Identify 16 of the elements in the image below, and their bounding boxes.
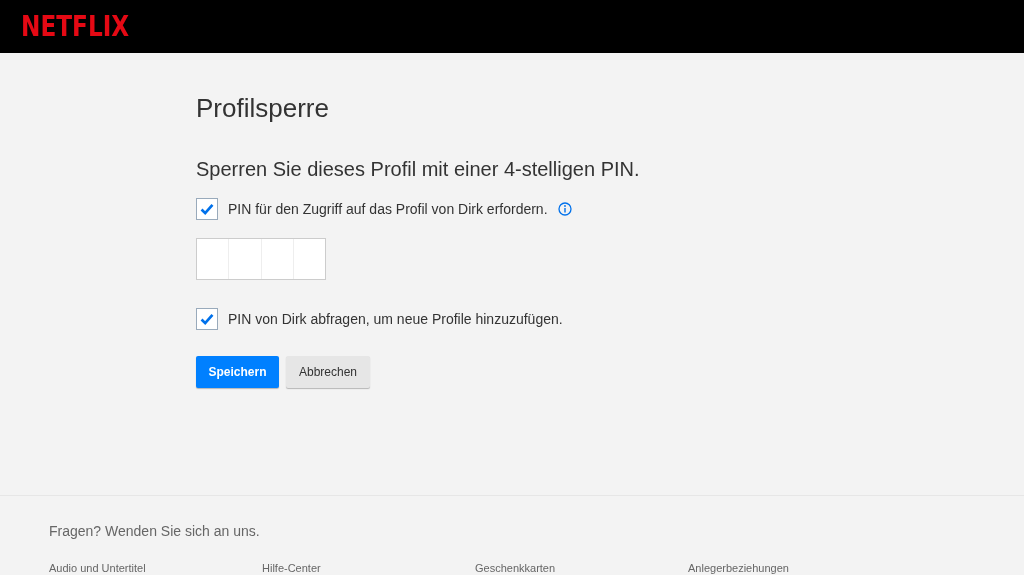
checkbox[interactable]	[196, 198, 218, 220]
cancel-button[interactable]: Abbrechen	[286, 356, 370, 388]
contact-text: Fragen? Wenden Sie sich an uns.	[49, 523, 261, 539]
save-button[interactable]: Speichern	[196, 356, 279, 388]
logo[interactable]: NETFLIX	[21, 12, 130, 41]
page-title: Profilsperre	[196, 93, 330, 124]
checkbox-label: PIN von Dirk abfragen, um neue Profile hinzuzufügen.	[228, 311, 563, 327]
footer-link[interactable]: Audio und Untertitel	[49, 562, 262, 574]
info-icon[interactable]	[557, 202, 572, 216]
footer-link[interactable]: Geschenkkarten	[475, 562, 688, 574]
footer-link[interactable]: Hilfe-Center	[262, 562, 475, 574]
subtitle: Sperren Sie dieses Profil mit einer 4-stelligen PIN.	[196, 158, 641, 181]
checkbox[interactable]	[196, 308, 218, 330]
pin-field[interactable]	[196, 238, 326, 280]
checkbox-label: PIN für den Zugriff auf das Profil von Dirk erfordern.	[228, 201, 548, 217]
footer-link[interactable]: Anlegerbeziehungen	[688, 562, 901, 574]
